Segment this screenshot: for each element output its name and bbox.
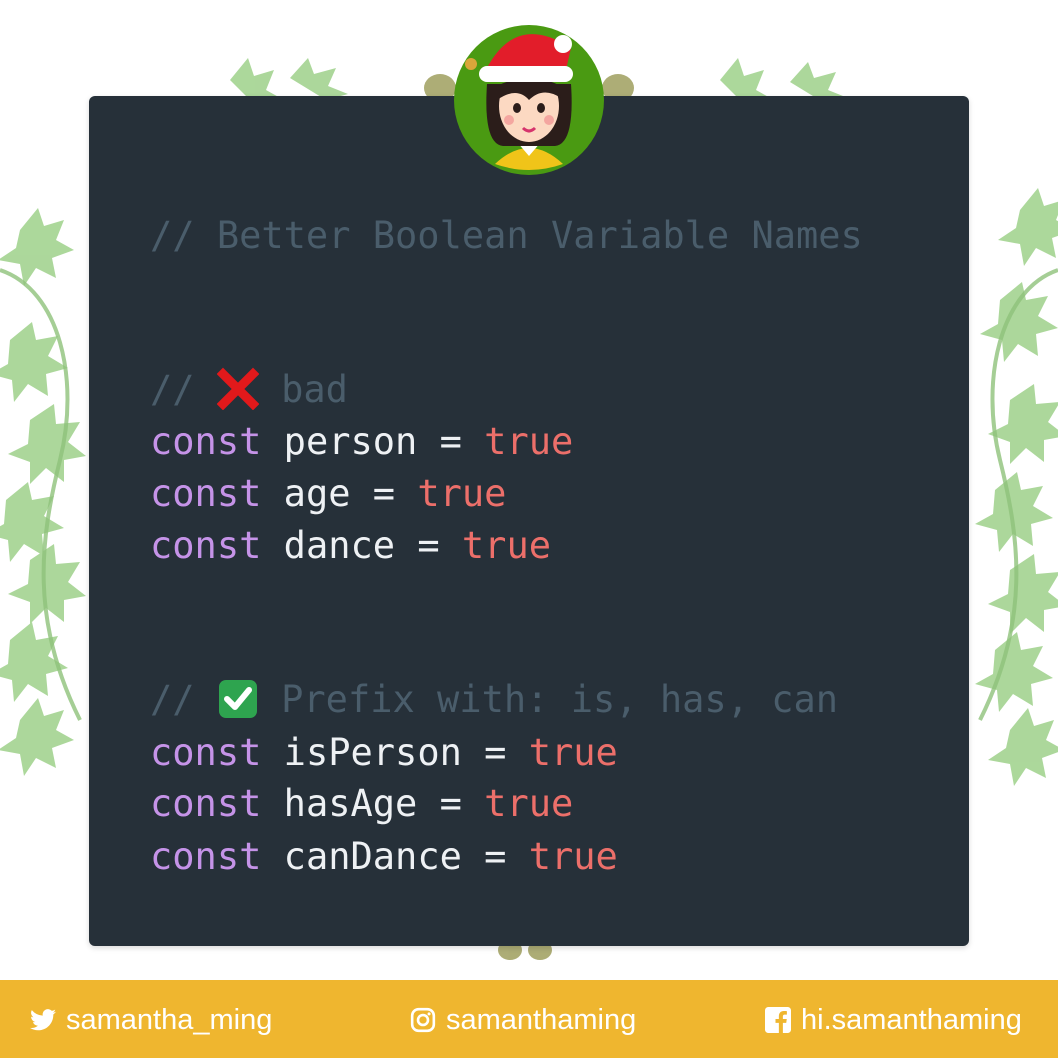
good-comment-text: Prefix with: is, has, can (281, 678, 839, 721)
check-mark-icon (217, 676, 259, 720)
twitter-link[interactable]: samantha_ming (30, 1002, 272, 1038)
title-comment: // Better Boolean Variable Names (150, 214, 863, 257)
bad-comment-text: bad (281, 368, 348, 411)
operator: = (417, 524, 440, 567)
twitter-icon (30, 1009, 56, 1031)
variable-name: person (283, 420, 418, 463)
keyword: const (150, 782, 262, 825)
facebook-handle: hi.samanthaming (801, 1004, 1022, 1036)
bad-comment: // bad (150, 366, 348, 412)
boolean-value: true (484, 420, 574, 463)
code-line-bad-3: const dance = true (150, 524, 551, 568)
twitter-handle: samantha_ming (66, 1004, 273, 1036)
boolean-value: true (528, 835, 618, 878)
instagram-link[interactable]: samanthaming (410, 1002, 636, 1038)
instagram-icon (410, 1007, 436, 1033)
boolean-value: true (461, 524, 552, 567)
operator: = (439, 420, 462, 463)
comment-slashes: // (150, 368, 195, 411)
code-line-good-1: const isPerson = true (150, 731, 618, 775)
boolean-value: true (484, 782, 574, 825)
keyword: const (150, 472, 262, 515)
code-line-bad-1: const person = true (150, 420, 573, 464)
facebook-link[interactable]: hi.samanthaming (765, 1002, 1022, 1038)
code-line-good-3: const canDance = true (150, 835, 618, 879)
variable-name: canDance (283, 835, 462, 878)
operator: = (484, 835, 507, 878)
social-footer: samantha_ming samanthaming hi.samanthami… (0, 980, 1058, 1058)
boolean-value: true (417, 472, 507, 515)
keyword: const (150, 524, 262, 567)
comment-slashes: // (150, 678, 195, 721)
operator: = (484, 731, 507, 774)
variable-name: isPerson (283, 731, 462, 774)
operator: = (439, 782, 462, 825)
avatar-santa-hat (454, 25, 604, 175)
keyword: const (150, 420, 262, 463)
keyword: const (150, 731, 262, 774)
code-line-good-2: const hasAge = true (150, 782, 573, 826)
variable-name: hasAge (283, 782, 418, 825)
variable-name: dance (283, 524, 396, 567)
cross-mark-icon (216, 366, 260, 410)
operator: = (372, 472, 396, 515)
good-comment: // Prefix with: is, has, can (150, 678, 838, 722)
boolean-value: true (528, 731, 618, 774)
code-line-bad-2: const age = true (150, 472, 506, 516)
facebook-icon (765, 1007, 791, 1033)
variable-name: age (283, 472, 351, 515)
keyword: const (150, 835, 262, 878)
instagram-handle: samanthaming (446, 1004, 637, 1036)
